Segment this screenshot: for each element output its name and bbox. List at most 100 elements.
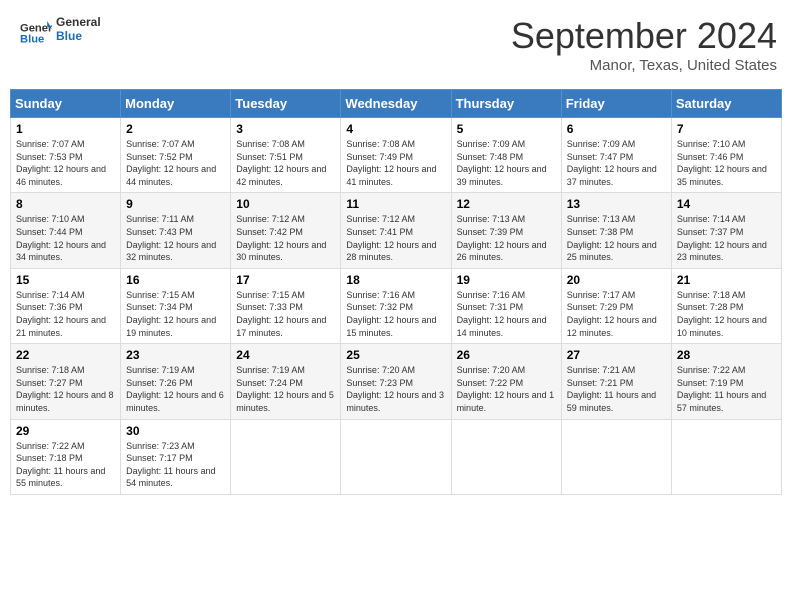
calendar-cell (451, 419, 561, 494)
day-number: 30 (126, 424, 225, 438)
day-info: Sunrise: 7:20 AMSunset: 7:23 PMDaylight:… (346, 364, 445, 414)
calendar-cell: 29 Sunrise: 7:22 AMSunset: 7:18 PMDayligh… (11, 419, 121, 494)
calendar-cell: 21Sunrise: 7:18 AMSunset: 7:28 PMDayligh… (671, 268, 781, 343)
calendar-cell (671, 419, 781, 494)
page-header: General Blue General Blue September 2024… (10, 10, 782, 79)
calendar-cell: 18 Sunrise: 7:16 AMSunset: 7:32 PMDayligh… (341, 268, 451, 343)
day-number: 23 (126, 348, 225, 362)
calendar-cell: 16 Sunrise: 7:15 AMSunset: 7:34 PMDayligh… (121, 268, 231, 343)
day-number: 25 (346, 348, 445, 362)
day-info: Sunrise: 7:10 AMSunset: 7:44 PMDaylight:… (16, 213, 115, 263)
calendar-table: SundayMondayTuesdayWednesdayThursdayFrid… (10, 89, 782, 495)
calendar-title: September 2024 (511, 15, 777, 57)
week-row-2: 8 Sunrise: 7:10 AMSunset: 7:44 PMDaylight… (11, 193, 782, 268)
col-header-wednesday: Wednesday (341, 90, 451, 118)
day-info: Sunrise: 7:21 AMSunset: 7:21 PMDaylight:… (567, 364, 666, 414)
logo-icon: General Blue (20, 17, 52, 49)
day-info: Sunrise: 7:22 AMSunset: 7:18 PMDaylight:… (16, 440, 115, 490)
day-info: Sunrise: 7:12 AMSunset: 7:41 PMDaylight:… (346, 213, 445, 263)
calendar-cell (561, 419, 671, 494)
day-info: Sunrise: 7:08 AMSunset: 7:51 PMDaylight:… (236, 138, 335, 188)
day-info: Sunrise: 7:19 AMSunset: 7:26 PMDaylight:… (126, 364, 225, 414)
day-info: Sunrise: 7:08 AMSunset: 7:49 PMDaylight:… (346, 138, 445, 188)
day-number: 29 (16, 424, 115, 438)
calendar-cell: 7Sunrise: 7:10 AMSunset: 7:46 PMDaylight… (671, 118, 781, 193)
day-number: 16 (126, 273, 225, 287)
calendar-cell: 28 Sunrise: 7:22 AMSunset: 7:19 PMDayligh… (671, 344, 781, 419)
calendar-cell: 10Sunrise: 7:12 AMSunset: 7:42 PMDayligh… (231, 193, 341, 268)
week-row-5: 29 Sunrise: 7:22 AMSunset: 7:18 PMDayligh… (11, 419, 782, 494)
calendar-cell: 5Sunrise: 7:09 AMSunset: 7:48 PMDaylight… (451, 118, 561, 193)
calendar-cell: 8 Sunrise: 7:10 AMSunset: 7:44 PMDaylight… (11, 193, 121, 268)
calendar-cell: 27 Sunrise: 7:21 AMSunset: 7:21 PMDayligh… (561, 344, 671, 419)
day-number: 11 (346, 197, 445, 211)
calendar-cell (231, 419, 341, 494)
calendar-cell: 14Sunrise: 7:14 AMSunset: 7:37 PMDayligh… (671, 193, 781, 268)
day-number: 24 (236, 348, 335, 362)
day-info: Sunrise: 7:07 AMSunset: 7:53 PMDaylight:… (16, 138, 115, 188)
calendar-cell: 1Sunrise: 7:07 AMSunset: 7:53 PMDaylight… (11, 118, 121, 193)
logo-blue: Blue (56, 29, 111, 43)
day-number: 9 (126, 197, 225, 211)
day-info: Sunrise: 7:13 AMSunset: 7:38 PMDaylight:… (567, 213, 666, 263)
day-info: Sunrise: 7:13 AMSunset: 7:39 PMDaylight:… (457, 213, 556, 263)
calendar-cell: 24 Sunrise: 7:19 AMSunset: 7:24 PMDayligh… (231, 344, 341, 419)
calendar-cell: 2Sunrise: 7:07 AMSunset: 7:52 PMDaylight… (121, 118, 231, 193)
logo-general: General (56, 15, 111, 29)
week-row-3: 15Sunrise: 7:14 AMSunset: 7:36 PMDayligh… (11, 268, 782, 343)
calendar-cell: 22 Sunrise: 7:18 AMSunset: 7:27 PMDayligh… (11, 344, 121, 419)
day-number: 12 (457, 197, 556, 211)
day-info: Sunrise: 7:16 AMSunset: 7:32 PMDaylight:… (346, 289, 445, 339)
day-info: Sunrise: 7:15 AMSunset: 7:33 PMDaylight:… (236, 289, 335, 339)
calendar-cell (341, 419, 451, 494)
day-info: Sunrise: 7:15 AMSunset: 7:34 PMDaylight:… (126, 289, 225, 339)
day-info: Sunrise: 7:10 AMSunset: 7:46 PMDaylight:… (677, 138, 776, 188)
day-info: Sunrise: 7:09 AMSunset: 7:47 PMDaylight:… (567, 138, 666, 188)
day-number: 13 (567, 197, 666, 211)
calendar-cell: 30 Sunrise: 7:23 AMSunset: 7:17 PMDayligh… (121, 419, 231, 494)
calendar-cell: 9 Sunrise: 7:11 AMSunset: 7:43 PMDaylight… (121, 193, 231, 268)
day-info: Sunrise: 7:17 AMSunset: 7:29 PMDaylight:… (567, 289, 666, 339)
col-header-monday: Monday (121, 90, 231, 118)
day-number: 4 (346, 122, 445, 136)
calendar-cell: 3 Sunrise: 7:08 AMSunset: 7:51 PMDaylight… (231, 118, 341, 193)
day-number: 3 (236, 122, 335, 136)
col-header-sunday: Sunday (11, 90, 121, 118)
day-info: Sunrise: 7:19 AMSunset: 7:24 PMDaylight:… (236, 364, 335, 414)
day-number: 22 (16, 348, 115, 362)
day-number: 19 (457, 273, 556, 287)
day-number: 26 (457, 348, 556, 362)
day-number: 18 (346, 273, 445, 287)
svg-text:Blue: Blue (20, 34, 44, 46)
day-info: Sunrise: 7:14 AMSunset: 7:37 PMDaylight:… (677, 213, 776, 263)
calendar-cell: 6 Sunrise: 7:09 AMSunset: 7:47 PMDaylight… (561, 118, 671, 193)
day-info: Sunrise: 7:07 AMSunset: 7:52 PMDaylight:… (126, 138, 225, 188)
day-number: 28 (677, 348, 776, 362)
calendar-cell: 17 Sunrise: 7:15 AMSunset: 7:33 PMDayligh… (231, 268, 341, 343)
day-info: Sunrise: 7:11 AMSunset: 7:43 PMDaylight:… (126, 213, 225, 263)
day-number: 5 (457, 122, 556, 136)
calendar-cell: 13 Sunrise: 7:13 AMSunset: 7:38 PMDayligh… (561, 193, 671, 268)
day-number: 27 (567, 348, 666, 362)
calendar-cell: 11 Sunrise: 7:12 AMSunset: 7:41 PMDayligh… (341, 193, 451, 268)
day-info: Sunrise: 7:12 AMSunset: 7:42 PMDaylight:… (236, 213, 335, 263)
day-info: Sunrise: 7:23 AMSunset: 7:17 PMDaylight:… (126, 440, 225, 490)
day-number: 6 (567, 122, 666, 136)
day-info: Sunrise: 7:18 AMSunset: 7:27 PMDaylight:… (16, 364, 115, 414)
calendar-cell: 25 Sunrise: 7:20 AMSunset: 7:23 PMDayligh… (341, 344, 451, 419)
calendar-cell: 19Sunrise: 7:16 AMSunset: 7:31 PMDayligh… (451, 268, 561, 343)
calendar-subtitle: Manor, Texas, United States (511, 57, 777, 74)
day-number: 17 (236, 273, 335, 287)
day-info: Sunrise: 7:22 AMSunset: 7:19 PMDaylight:… (677, 364, 776, 414)
calendar-cell: 4 Sunrise: 7:08 AMSunset: 7:49 PMDaylight… (341, 118, 451, 193)
calendar-cell: 26Sunrise: 7:20 AMSunset: 7:22 PMDayligh… (451, 344, 561, 419)
day-number: 8 (16, 197, 115, 211)
logo: General Blue General Blue (20, 15, 111, 51)
calendar-cell: 15Sunrise: 7:14 AMSunset: 7:36 PMDayligh… (11, 268, 121, 343)
col-header-tuesday: Tuesday (231, 90, 341, 118)
col-header-saturday: Saturday (671, 90, 781, 118)
day-number: 20 (567, 273, 666, 287)
calendar-cell: 20 Sunrise: 7:17 AMSunset: 7:29 PMDayligh… (561, 268, 671, 343)
day-info: Sunrise: 7:18 AMSunset: 7:28 PMDaylight:… (677, 289, 776, 339)
day-number: 15 (16, 273, 115, 287)
